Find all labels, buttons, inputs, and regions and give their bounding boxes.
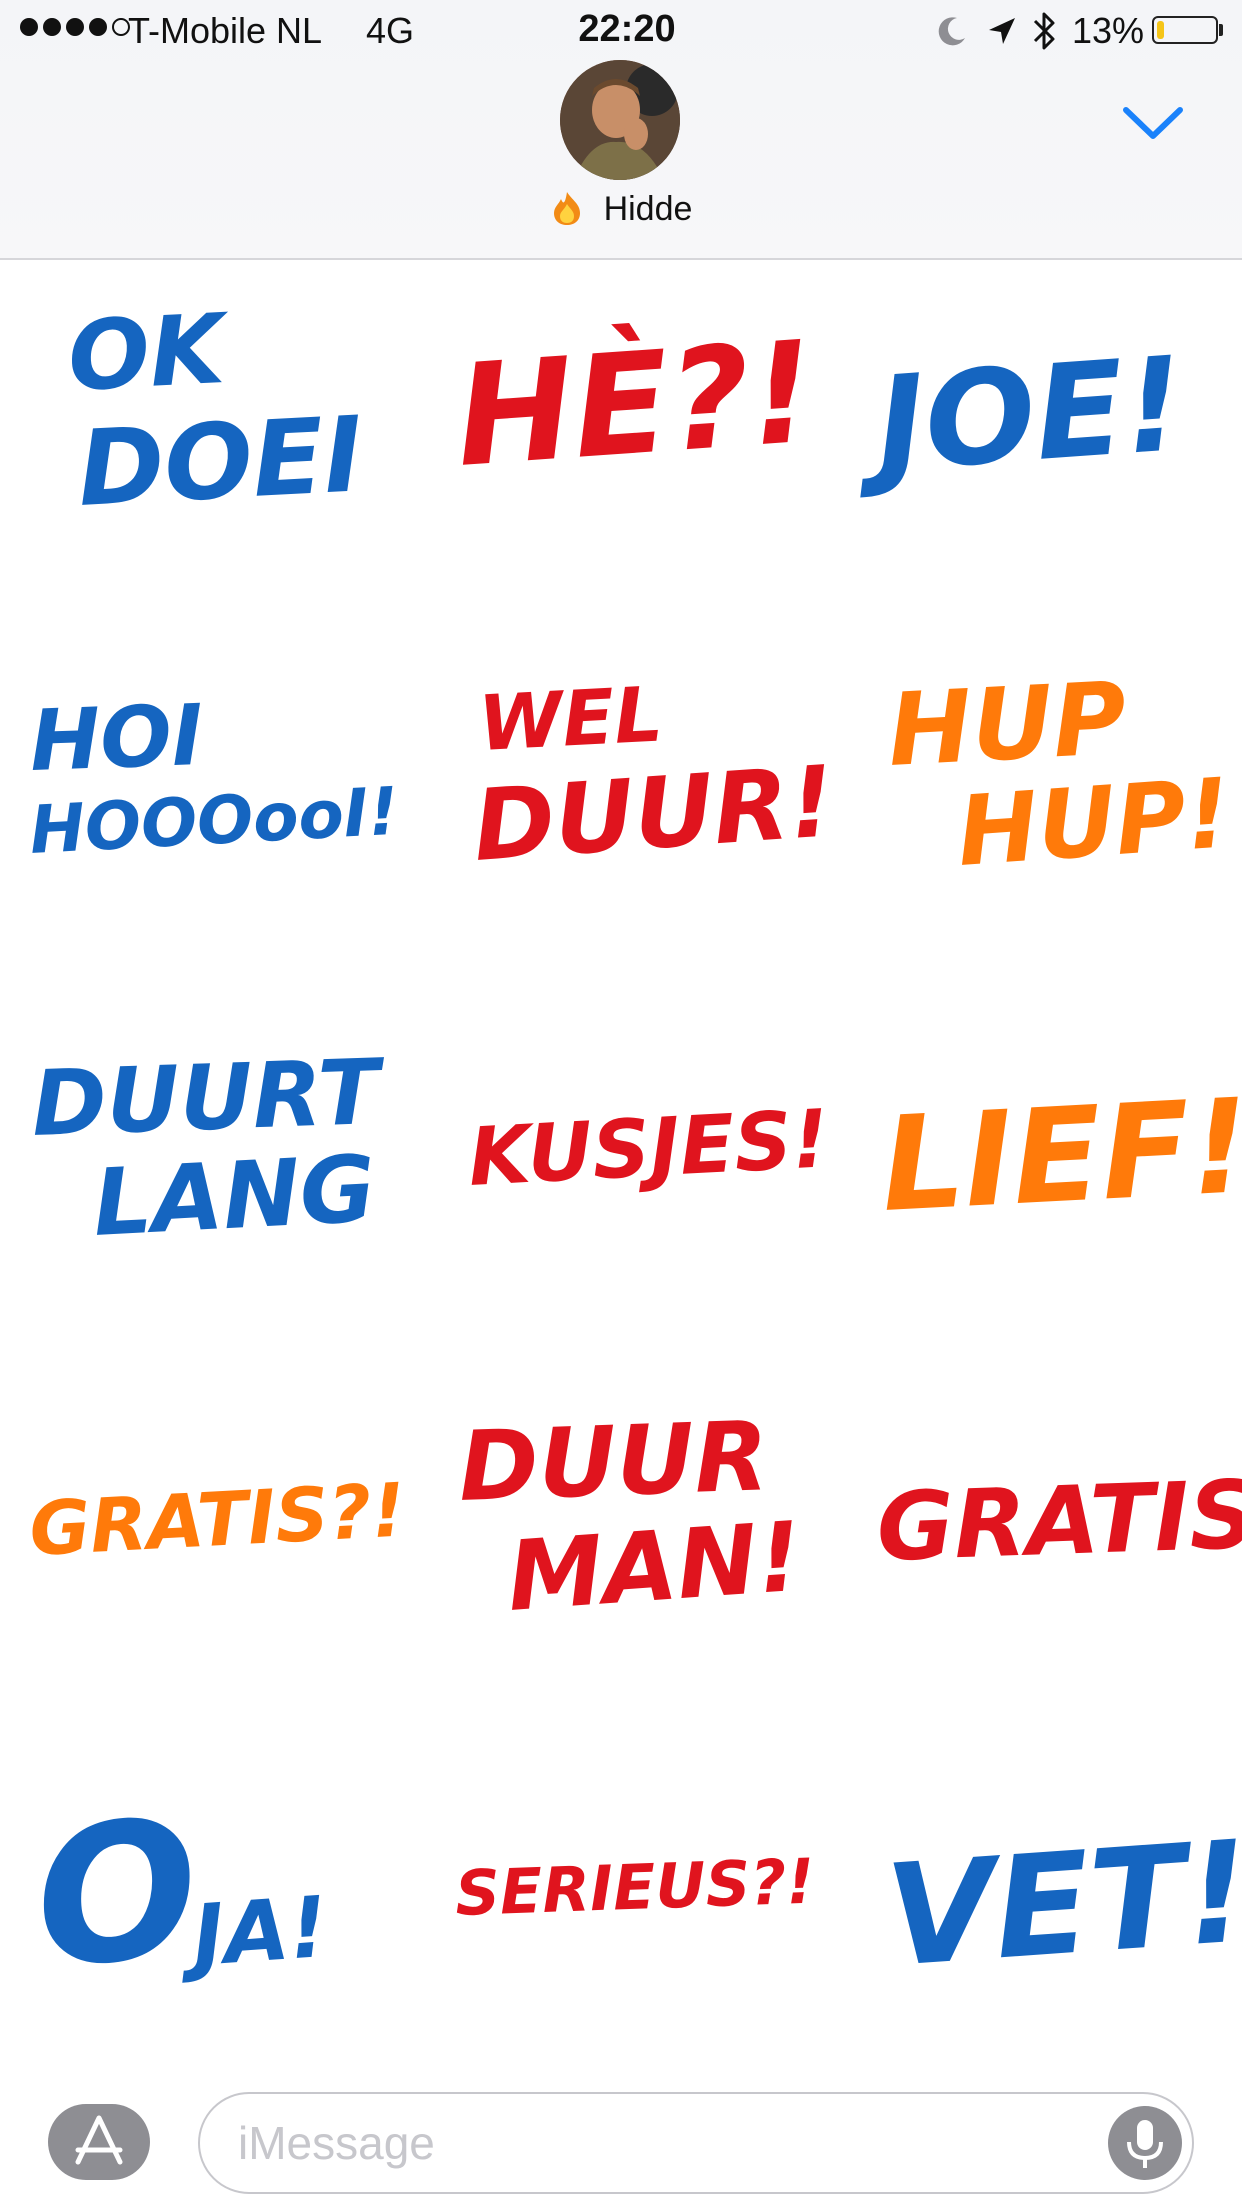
sticker-graphic: DUURT LANG — [26, 1036, 392, 1261]
sticker-vet[interactable]: VET! — [850, 1760, 1242, 2020]
sticker-graphic: DUUR MAN! — [453, 1396, 809, 1637]
sticker-hup-hup[interactable]: HUP HUP! — [850, 650, 1237, 910]
microphone-icon — [1127, 2120, 1163, 2168]
battery-percentage: 13% — [1072, 10, 1145, 51]
contact-name-row[interactable]: Hidde — [0, 190, 1242, 229]
sticker-graphic: JOE! — [846, 324, 1193, 507]
battery-icon — [1152, 16, 1218, 44]
sticker-line: DOEI — [75, 393, 365, 530]
app-store-button[interactable] — [48, 2104, 150, 2180]
sticker-line: JA! — [176, 1878, 331, 1986]
sticker-graphic: VET! — [877, 1807, 1242, 2003]
message-input[interactable]: iMessage — [198, 2092, 1194, 2194]
battery-level — [1157, 21, 1164, 39]
sticker-o-ja[interactable]: O JA! — [10, 1760, 400, 2020]
sticker-line: DUUR — [457, 1400, 770, 1523]
sticker-gratis[interactable]: GRATIS — [850, 1390, 1242, 1650]
sticker-hoi-hooooi[interactable]: HOI HOOOooI! — [10, 650, 404, 910]
sticker-line: LIEF! — [878, 1070, 1242, 1241]
bluetooth-icon — [1033, 12, 1055, 50]
sticker-line: GRATIS — [875, 1461, 1242, 1583]
sticker-line: WEL — [476, 669, 665, 768]
sticker-line: SERIEUS?! — [454, 1844, 816, 1929]
sticker-line: VET! — [881, 1811, 1242, 1999]
sticker-graphic: O JA! — [25, 1774, 335, 2014]
sticker-he[interactable]: HÈ?! — [430, 280, 824, 540]
location-icon — [989, 18, 1015, 44]
sticker-graphic: HUP HUP! — [881, 656, 1237, 892]
do-not-disturb-icon — [938, 17, 965, 46]
sticker-line: JOE! — [850, 328, 1189, 503]
sticker-graphic: SERIEUS?! — [450, 1840, 820, 1933]
sticker-graphic: WEL DUUR! — [466, 665, 842, 887]
sticker-graphic: GRATIS?! — [23, 1463, 411, 1577]
sticker-line: O — [29, 1778, 206, 2010]
conversation-header: T-Mobile NL 4G 22:20 13% Hidde — [0, 0, 1242, 260]
sticker-graphic: HOI HOOOooI! — [24, 682, 404, 873]
sticker-line: GRATIS?! — [27, 1467, 407, 1573]
dictation-button[interactable] — [1108, 2106, 1182, 2180]
app-store-icon — [75, 2115, 123, 2165]
sticker-duur-man[interactable]: DUUR MAN! — [430, 1390, 810, 1650]
message-composer: iMessage — [0, 2068, 1242, 2208]
message-placeholder: iMessage — [238, 2117, 435, 2169]
sticker-line: HUP! — [954, 757, 1234, 888]
sticker-gratis-question[interactable]: GRATIS?! — [10, 1390, 411, 1650]
contact-name: Hidde — [603, 190, 693, 228]
sticker-kusjes[interactable]: KUSJES! — [430, 1020, 835, 1280]
chevron-down-icon[interactable] — [1120, 102, 1186, 146]
sticker-line: HÈ?! — [451, 309, 820, 499]
sticker-graphic: GRATIS — [871, 1457, 1242, 1587]
sticker-graphic: OK DOEI — [61, 289, 369, 534]
sticker-graphic: KUSJES! — [462, 1088, 835, 1208]
sticker-graphic: LIEF! — [874, 1066, 1242, 1245]
contact-avatar[interactable] — [560, 60, 680, 180]
fire-icon — [553, 192, 580, 225]
sticker-line: DUUR! — [470, 745, 838, 884]
sticker-lief[interactable]: LIEF! — [850, 1020, 1242, 1280]
sticker-line: OK — [65, 293, 233, 413]
status-bar: T-Mobile NL 4G 22:20 13% — [0, 0, 1242, 60]
sticker-line: KUSJES! — [466, 1092, 831, 1204]
sticker-line: HOI — [28, 686, 204, 790]
sticker-serieus[interactable]: SERIEUS?! — [430, 1760, 820, 2020]
sticker-wel-duur[interactable]: WEL DUUR! — [430, 650, 842, 910]
sticker-duurt-lang[interactable]: DUURT LANG — [10, 1020, 400, 1280]
sticker-line: MAN! — [504, 1501, 805, 1633]
battery-tip — [1219, 24, 1223, 36]
sticker-joe[interactable]: JOE! — [846, 280, 1230, 540]
sticker-line: LANG — [91, 1135, 379, 1257]
sticker-ok-doei[interactable]: OK DOEI — [20, 280, 400, 540]
sticker-graphic: HÈ?! — [447, 305, 824, 503]
